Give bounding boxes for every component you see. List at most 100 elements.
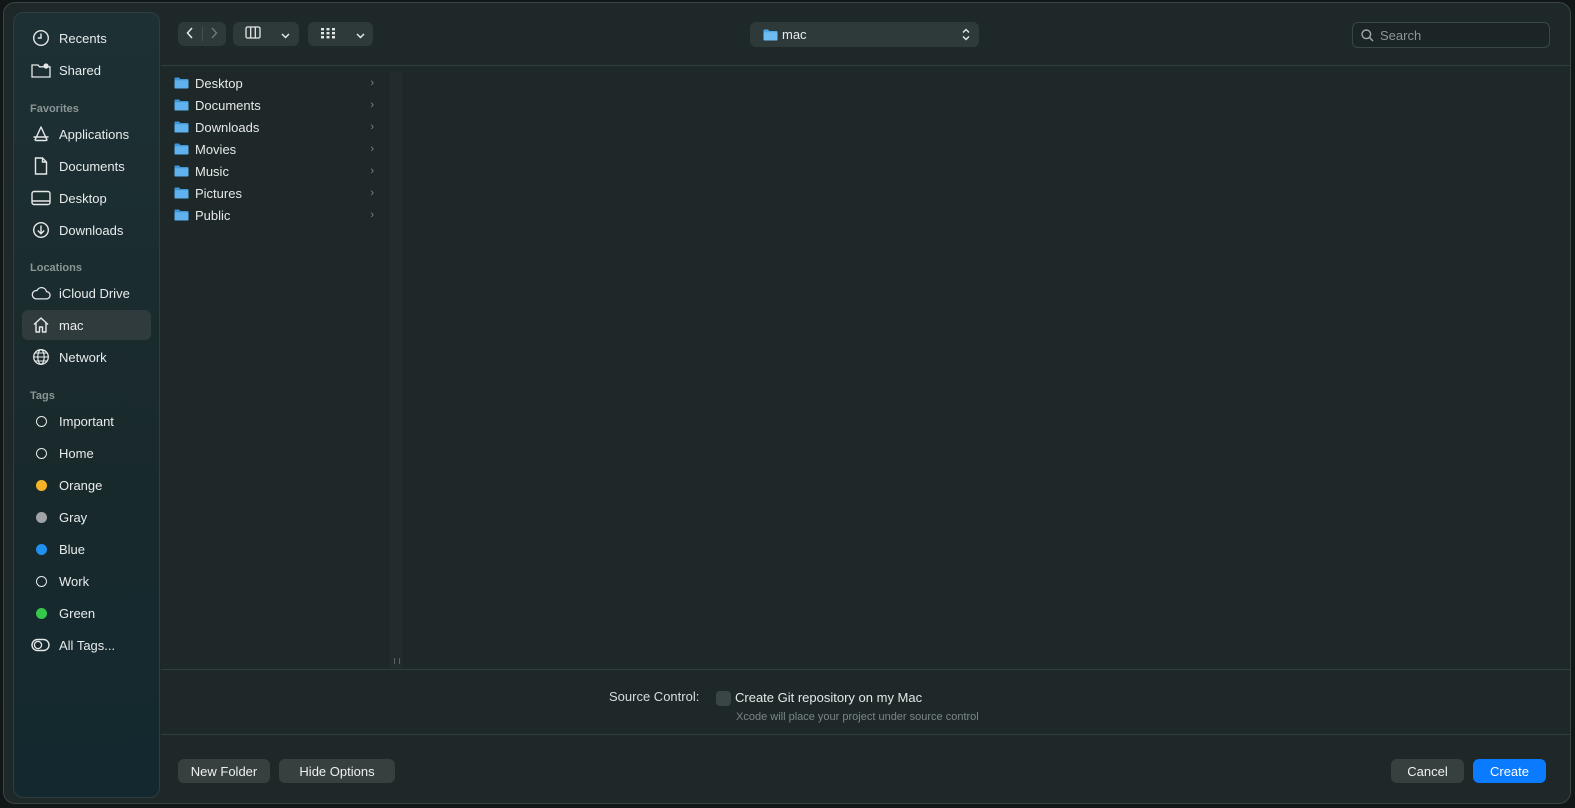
forward-button[interactable] [202, 22, 226, 46]
search-field[interactable] [1352, 22, 1550, 48]
sidebar-item-network[interactable]: Network [22, 342, 151, 372]
sidebar-item-label: Important [59, 413, 114, 429]
chevron-down-icon [280, 27, 290, 42]
sidebar-item-mac[interactable]: mac [22, 310, 151, 340]
globe-icon [31, 347, 51, 367]
folder-icon [174, 143, 189, 155]
chevron-right-icon: › [370, 209, 374, 221]
sidebar-item-label: Documents [59, 158, 125, 174]
document-icon [31, 156, 51, 176]
tag-dot-icon [35, 575, 47, 587]
folder-name: Documents [195, 97, 261, 113]
source-control-label: Source Control: [609, 689, 700, 704]
sidebar-tag-gray[interactable]: Gray [22, 502, 151, 532]
chevron-right-icon: › [370, 187, 374, 199]
sidebar-section-locations: Locations [30, 262, 82, 274]
tag-dot-icon [35, 415, 47, 427]
applications-icon [31, 124, 51, 144]
folder-name: Movies [195, 141, 237, 157]
sidebar-item-label: Orange [59, 477, 103, 493]
cloud-icon [31, 283, 51, 303]
sidebar-item-label: Network [59, 349, 107, 365]
sidebar-item-applications[interactable]: Applications [22, 119, 151, 149]
all-tags-icon [31, 635, 51, 655]
hide-options-button[interactable]: Hide Options [279, 759, 395, 783]
folder-icon [763, 29, 778, 41]
back-button[interactable] [178, 22, 202, 46]
sidebar-tag-blue[interactable]: Blue [22, 534, 151, 564]
toolbar-divider [161, 65, 1570, 66]
folder-icon [174, 165, 189, 177]
sidebar-item-label: Desktop [59, 190, 107, 206]
chevron-right-icon [209, 26, 219, 42]
folder-row-music[interactable]: Music › [174, 160, 380, 182]
group-by-button[interactable] [308, 22, 373, 46]
sidebar-tag-work[interactable]: Work [22, 566, 151, 596]
sidebar-tag-orange[interactable]: Orange [22, 470, 151, 500]
search-input[interactable] [1378, 26, 1542, 44]
tag-dot-icon [35, 479, 47, 491]
sidebar-item-downloads[interactable]: Downloads [22, 215, 151, 245]
save-dialog: Recents Shared Favorites Applications Do… [3, 2, 1571, 804]
tag-dot-icon [35, 607, 47, 619]
sidebar-item-label: iCloud Drive [59, 285, 130, 301]
sidebar-tag-green[interactable]: Green [22, 598, 151, 628]
sidebar-item-shared[interactable]: Shared [22, 55, 151, 85]
cancel-button[interactable]: Cancel [1391, 759, 1464, 783]
sidebar-item-icloud-drive[interactable]: iCloud Drive [22, 278, 151, 308]
grip-icon [394, 658, 400, 664]
sidebar-item-label: Applications [59, 126, 130, 142]
sidebar-section-tags: Tags [30, 390, 55, 402]
chevron-down-icon [355, 27, 365, 42]
sidebar: Recents Shared Favorites Applications Do… [13, 12, 160, 798]
new-folder-button[interactable]: New Folder [178, 759, 270, 783]
sidebar-item-label: Blue [59, 541, 86, 557]
sidebar-tag-important[interactable]: Important [22, 406, 151, 436]
sidebar-item-desktop[interactable]: Desktop [22, 183, 151, 213]
folder-row-movies[interactable]: Movies › [174, 138, 380, 160]
sidebar-item-recents[interactable]: Recents [22, 23, 151, 53]
sidebar-tag-home[interactable]: Home [22, 438, 151, 468]
folder-name: Music [195, 163, 229, 179]
folder-row-documents[interactable]: Documents › [174, 94, 380, 116]
git-repository-checkbox[interactable] [716, 691, 731, 706]
sidebar-item-label: mac [59, 317, 84, 333]
folder-icon [174, 77, 189, 89]
folder-row-pictures[interactable]: Pictures › [174, 182, 380, 204]
column-resize-handle[interactable] [390, 72, 402, 668]
create-button[interactable]: Create [1473, 759, 1546, 783]
folder-row-downloads[interactable]: Downloads › [174, 116, 380, 138]
chevron-right-icon: › [370, 143, 374, 155]
clock-icon [31, 28, 51, 48]
sidebar-item-label: Home [59, 445, 94, 461]
chevron-right-icon: › [370, 99, 374, 111]
shared-folder-icon [31, 60, 51, 80]
sidebar-item-label: Recents [59, 30, 107, 46]
view-mode-button[interactable] [233, 22, 299, 46]
git-checkbox-label[interactable]: Create Git repository on my Mac [735, 690, 922, 705]
home-icon [31, 315, 51, 335]
folder-row-desktop[interactable]: Desktop › [174, 72, 380, 94]
folder-name: Desktop [195, 75, 243, 91]
chevron-right-icon: › [370, 121, 374, 133]
folder-row-public[interactable]: Public › [174, 204, 380, 226]
folder-icon [174, 99, 189, 111]
tag-dot-icon [35, 543, 47, 555]
grid-icon [320, 27, 336, 42]
path-popup-label: mac [782, 27, 807, 42]
sidebar-item-label: All Tags... [59, 637, 116, 653]
folder-icon [174, 121, 189, 133]
chevron-left-icon [185, 26, 195, 42]
sidebar-all-tags[interactable]: All Tags... [22, 630, 151, 660]
sidebar-item-documents[interactable]: Documents [22, 151, 151, 181]
chevron-right-icon: › [370, 77, 374, 89]
source-control-hint: Xcode will place your project under sour… [736, 711, 979, 723]
options-divider [161, 669, 1570, 670]
sidebar-item-label: Downloads [59, 222, 124, 238]
sidebar-item-label: Green [59, 605, 96, 621]
path-popup-button[interactable]: mac [750, 22, 979, 47]
footer-divider [161, 734, 1570, 735]
folder-icon [174, 209, 189, 221]
desktop-icon [31, 188, 51, 208]
sidebar-item-label: Shared [59, 62, 101, 78]
